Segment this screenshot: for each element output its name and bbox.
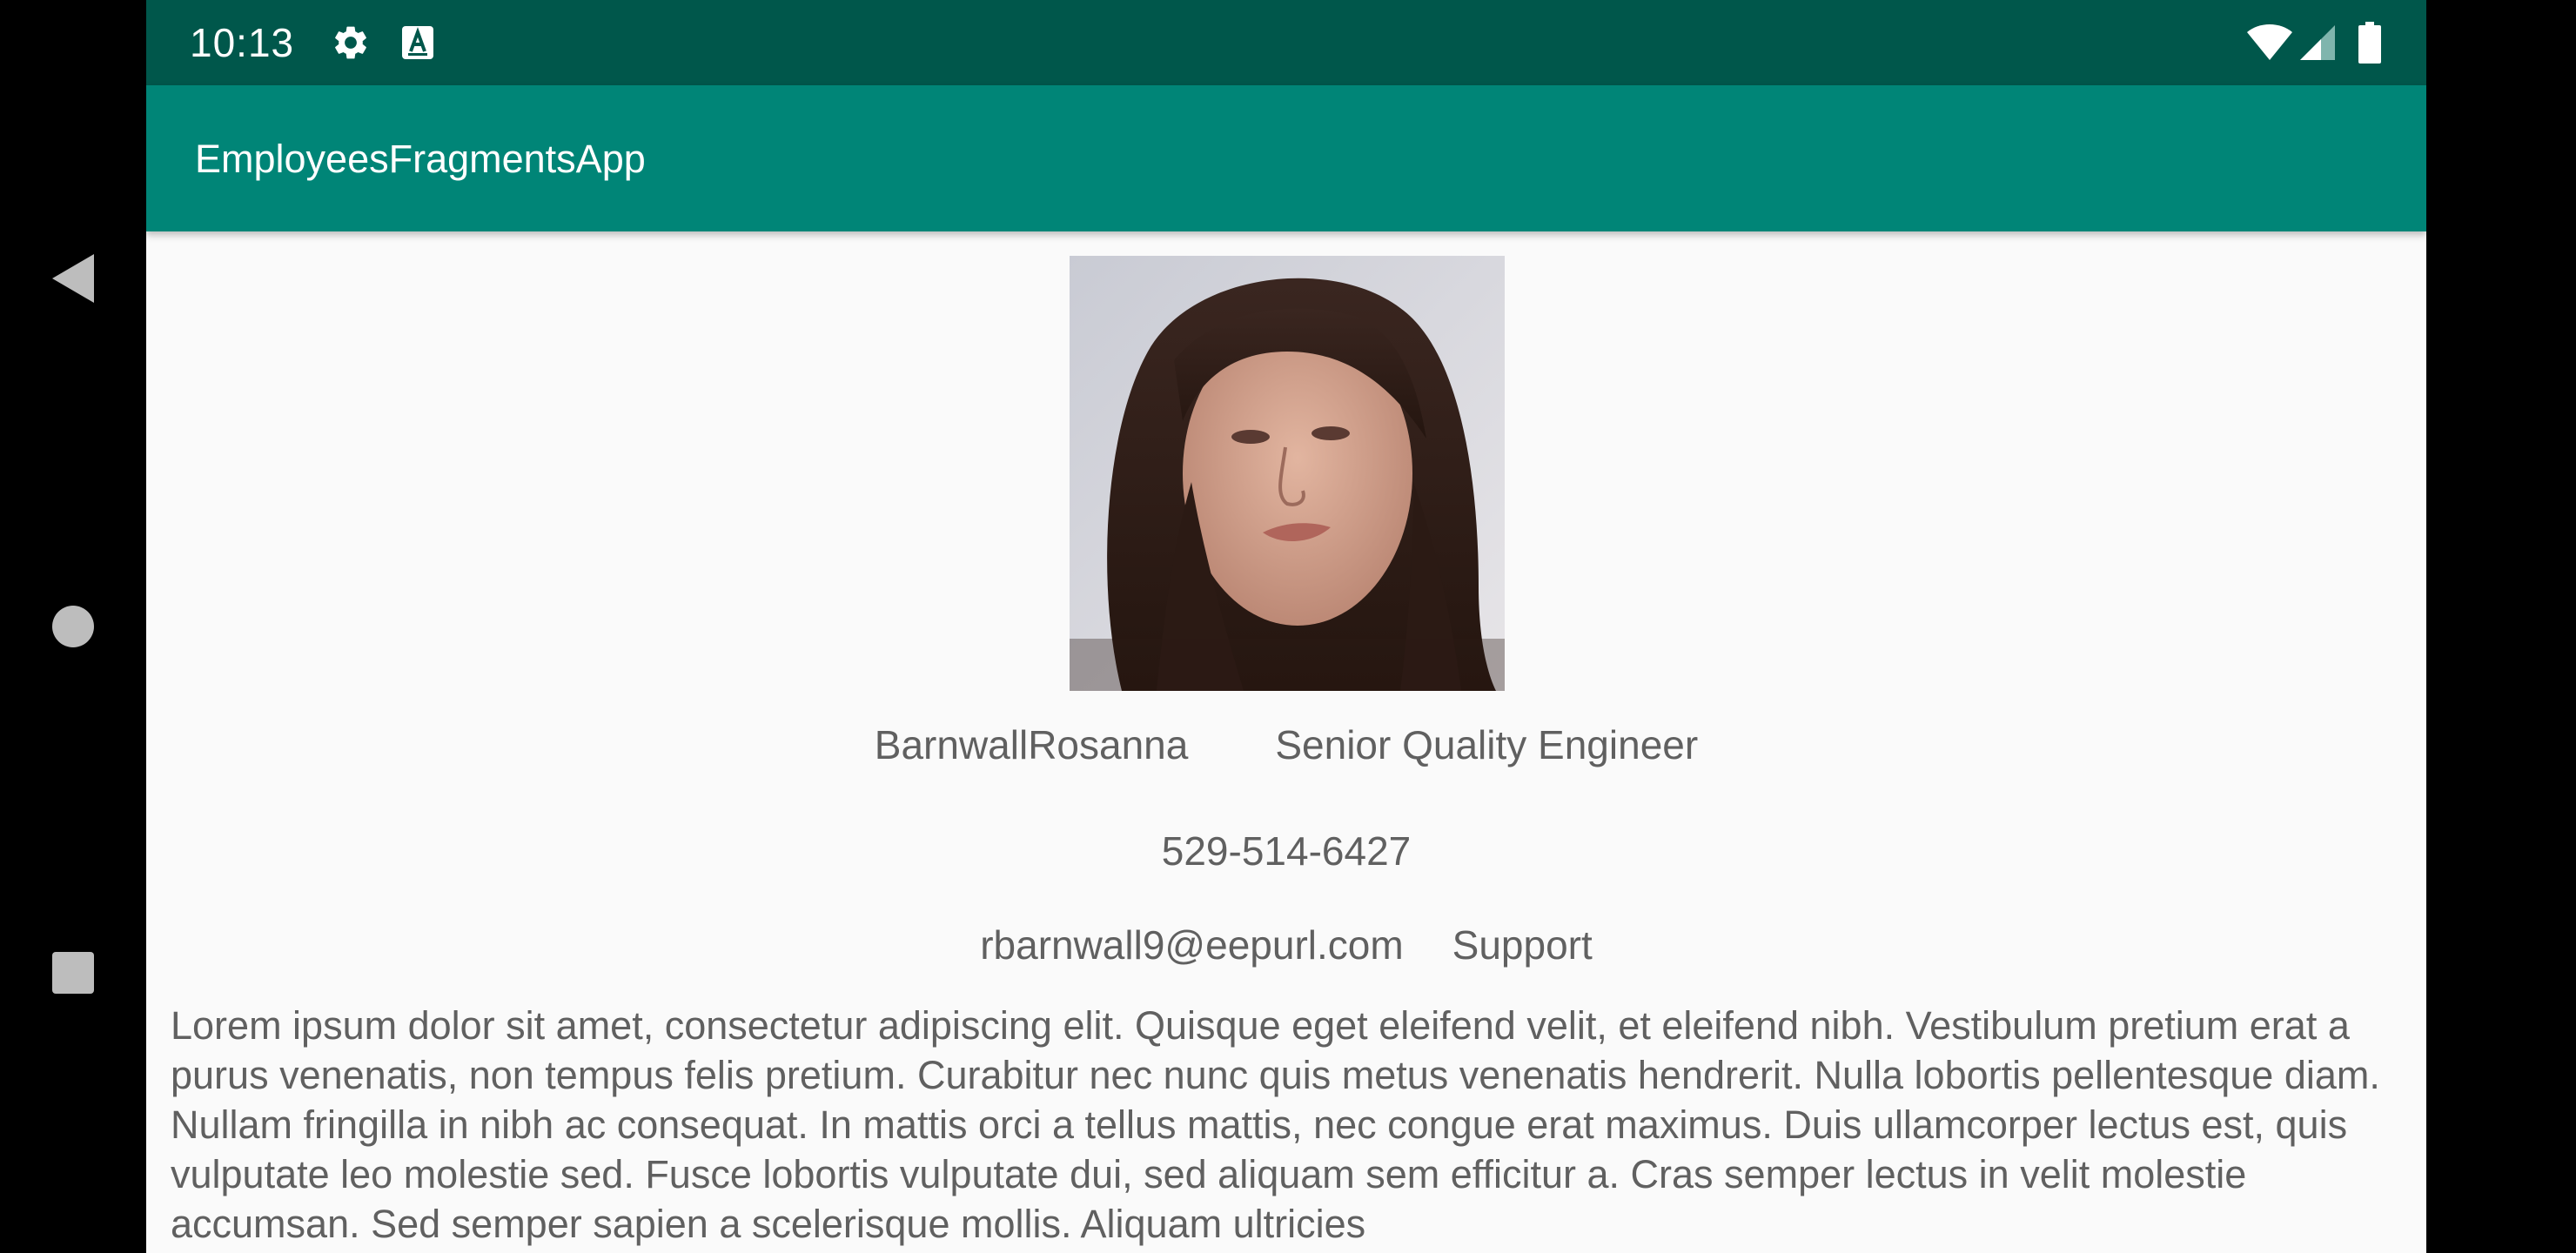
app-toolbar: EmployeesFragmentsApp [146, 85, 2426, 231]
phone-row: 529-514-6427 [146, 825, 2426, 877]
device-screen: 10:13 EmployeesFragmentsApp BarnwallRosa… [0, 0, 2576, 1253]
employee-photo [1070, 256, 1505, 691]
employee-bio: Lorem ipsum dolor sit amet, consectetur … [171, 1003, 2380, 1246]
name-title-row: BarnwallRosanna Senior Quality Engineer [146, 719, 2426, 771]
navigation-bar [0, 0, 146, 1253]
back-icon [52, 254, 94, 303]
employee-job-title: Senior Quality Engineer [1275, 722, 1699, 767]
status-time: 10:13 [190, 20, 295, 65]
employee-phone: 529-514-6427 [1161, 828, 1412, 874]
battery-icon [2357, 21, 2383, 64]
recents-button[interactable] [38, 938, 108, 1008]
app-window: 10:13 EmployeesFragmentsApp BarnwallRosa… [146, 0, 2426, 1253]
text-a-icon [399, 21, 437, 64]
signal-icon [2298, 21, 2338, 64]
home-button[interactable] [38, 592, 108, 661]
status-bar: 10:13 [146, 0, 2426, 85]
home-icon [52, 606, 94, 647]
wifi-icon [2244, 21, 2296, 64]
employee-email: rbarnwall9@eepurl.com [980, 922, 1404, 968]
employee-detail: BarnwallRosanna Senior Quality Engineer 5… [146, 231, 2426, 1253]
app-title: EmployeesFragmentsApp [195, 137, 646, 181]
screen-edge [2426, 0, 2576, 1253]
gear-icon [329, 21, 372, 64]
back-button[interactable] [38, 244, 108, 313]
email-department-row: rbarnwall9@eepurl.com Support [146, 919, 2426, 971]
employee-department: Support [1452, 922, 1593, 968]
employee-name: BarnwallRosanna [874, 722, 1189, 767]
recents-icon [52, 952, 94, 994]
